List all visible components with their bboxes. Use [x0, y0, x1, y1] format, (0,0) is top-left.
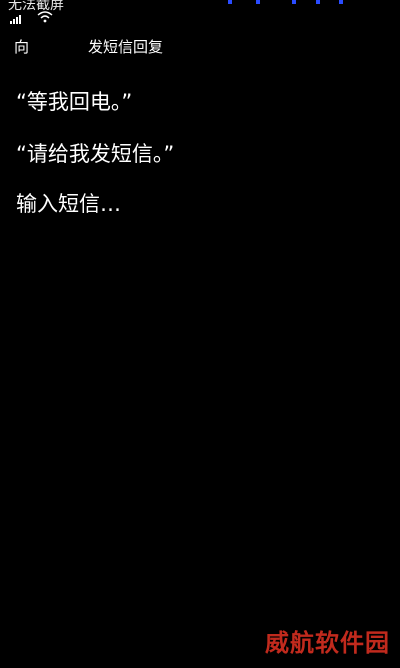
status-text: 无法截屏	[8, 0, 64, 13]
reply-option-type-message[interactable]: 输入短信…	[16, 188, 121, 218]
reply-option-text-me[interactable]: “请给我发短信。”	[16, 138, 174, 168]
page-title: 发短信回复	[88, 38, 164, 56]
wifi-icon	[37, 11, 53, 23]
header-left-label: 向	[14, 38, 30, 56]
watermark: 威航软件园	[265, 628, 390, 657]
header: 向 发短信回复	[0, 32, 400, 60]
reply-option-call-back[interactable]: “等我回电。”	[16, 86, 132, 116]
status-bar: 无法截屏	[0, 0, 400, 28]
signal-strength-icon	[10, 15, 21, 24]
